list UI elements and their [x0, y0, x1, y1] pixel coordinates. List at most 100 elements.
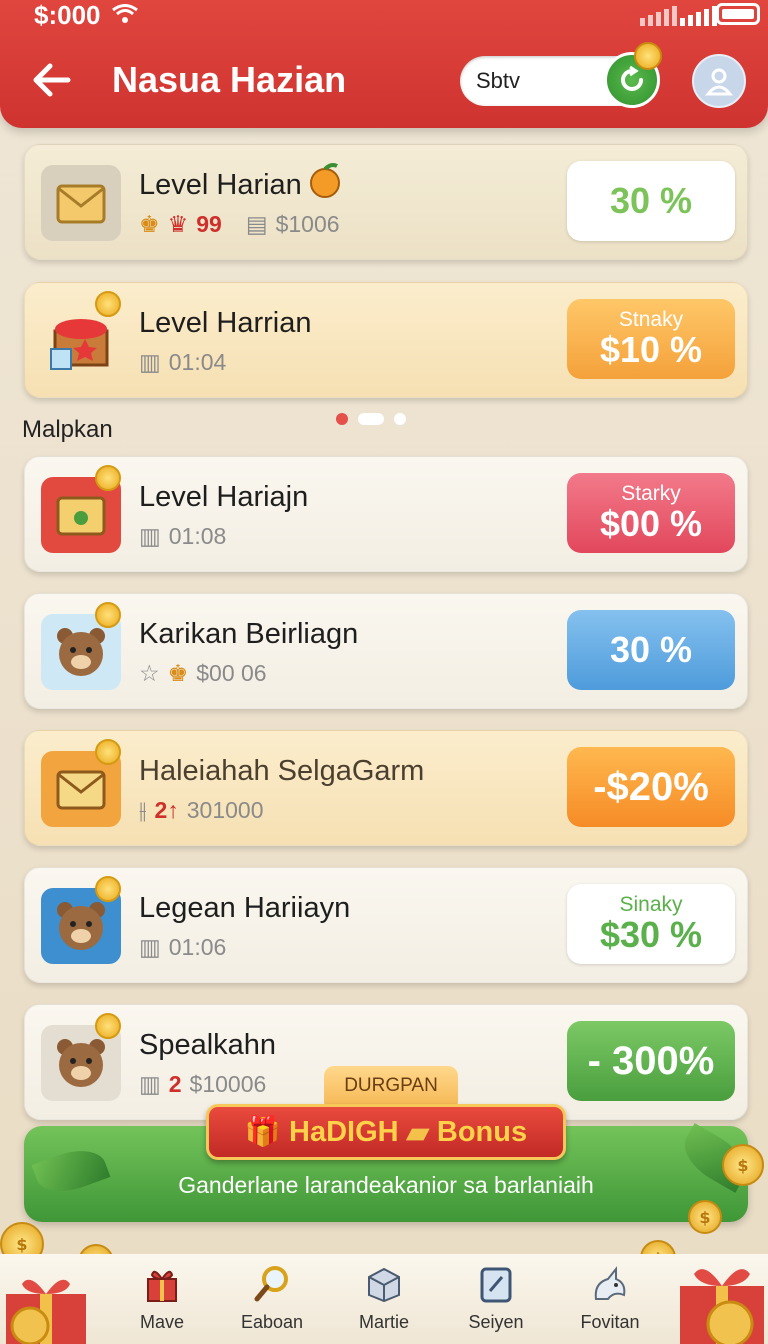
reward-badge[interactable]: Starky $00 %: [567, 473, 735, 553]
star-icon: ☆: [139, 660, 160, 686]
battery-icon: [716, 3, 760, 25]
nav-item-mave[interactable]: Mave: [112, 1264, 212, 1333]
gift-icon: 🎁: [244, 1116, 281, 1148]
gift-decoration: [6, 1279, 86, 1344]
card-title: Level Harrian: [139, 307, 312, 339]
user-icon: [704, 68, 734, 96]
badge-label: Starky: [621, 482, 681, 506]
refresh-icon: [621, 65, 643, 91]
building-icon: ▥: [139, 1071, 161, 1097]
meta-secondary: $1006: [275, 211, 340, 237]
list-item[interactable]: Haleiahah SelgaGarm ⫲ 2↑ 301000 -$20%: [24, 730, 748, 846]
card-title: Karikan Beirliagn: [139, 618, 359, 650]
meta-primary: 2↑: [154, 797, 179, 823]
nav-item-fovitan[interactable]: Fovitan: [560, 1264, 660, 1333]
envelope-icon: [41, 165, 121, 241]
building-icon: ▥: [139, 523, 161, 549]
tablet-icon: [476, 1264, 516, 1304]
nav-item-eaboan[interactable]: Eaboan: [222, 1264, 322, 1333]
meta-primary: 99: [196, 211, 222, 237]
nav-label: Seiyen: [468, 1312, 524, 1332]
coin-icon: [95, 465, 121, 491]
bottom-navigation: Mave Eaboan Martie Seiyen Fovitan: [0, 1254, 768, 1344]
status-time: $:000: [34, 0, 101, 30]
crown-icon: ♚: [167, 660, 189, 686]
pagination-dot[interactable]: [358, 413, 384, 425]
list-item[interactable]: Karikan Beirliagn ☆ ♚ $00 06 30 %: [24, 593, 748, 709]
nav-label: Eaboan: [240, 1312, 304, 1332]
reward-badge[interactable]: Sinaky $30 %: [567, 884, 735, 964]
badge-value: 30 %: [609, 629, 693, 671]
cellular-signal-icon: [680, 6, 717, 26]
badge-value: 30 %: [609, 180, 693, 222]
card-title: Legean Hariiayn: [139, 892, 351, 924]
box-icon: [364, 1264, 404, 1304]
coin-decoration: [722, 1144, 764, 1186]
coin-icon: [95, 876, 121, 902]
bonus-word: Bonus: [436, 1115, 528, 1148]
bonus-title: HaDIGH: [289, 1115, 399, 1148]
building-icon: ▥: [139, 934, 161, 960]
page-title: Nasua Hazian: [112, 59, 347, 100]
meta-secondary: 01:06: [168, 934, 227, 960]
list-item[interactable]: Level Harian ♚ ♛ 99 ▤ $1006 30 %: [24, 144, 748, 260]
badge-value: $10 %: [599, 329, 703, 371]
nav-item-seiyen[interactable]: Seiyen: [446, 1264, 546, 1333]
crown-icon: ♚: [139, 211, 160, 237]
badge-value: $00 %: [599, 503, 703, 545]
list-item[interactable]: Level Harrian ▥ 01:04 Stnaky $10 %: [24, 282, 748, 398]
unicorn-icon: [590, 1264, 630, 1304]
card-title: Spealkahn: [139, 1029, 277, 1061]
coin-icon: [95, 602, 121, 628]
profile-avatar-button[interactable]: [692, 54, 746, 108]
bar-chart-icon: ⫲: [139, 797, 147, 823]
badge-label: Sinaky: [619, 893, 683, 917]
wifi-icon: [112, 4, 138, 23]
bonus-button[interactable]: 🎁 HaDIGH ▰ Bonus: [206, 1104, 566, 1160]
coin-icon: [95, 1013, 121, 1039]
card-title: Haleiahah SelgaGarm: [139, 755, 425, 787]
meta-secondary: 301000: [186, 797, 264, 823]
nav-label: Mave: [139, 1312, 184, 1332]
magnifier-icon: [252, 1264, 292, 1304]
carousel-pagination[interactable]: [336, 413, 406, 425]
nav-item-martie[interactable]: Martie: [334, 1264, 434, 1333]
bonus-tab[interactable]: DURGPAN: [324, 1066, 458, 1106]
bonus-subtitle: Ganderlane larandeakanior sa barlaniaih: [178, 1172, 594, 1198]
gold-bars-icon: ▰: [406, 1116, 429, 1149]
gift-icon: [142, 1264, 182, 1304]
list-item[interactable]: Level Hariajn ▥ 01:08 Starky $00 %: [24, 456, 748, 572]
coin-icon: [95, 739, 121, 765]
back-arrow-icon[interactable]: [28, 58, 76, 102]
reward-badge[interactable]: - 300%: [567, 1021, 735, 1101]
search-value: Sbtv: [476, 68, 521, 93]
pagination-dot[interactable]: [394, 413, 406, 425]
reward-badge[interactable]: 30 %: [567, 161, 735, 241]
orange-icon: [310, 163, 340, 198]
coin-decoration: [688, 1200, 722, 1234]
card-title: Level Hariajn: [139, 481, 309, 513]
meta-primary: 2: [168, 1071, 182, 1097]
reward-badge[interactable]: -$20%: [567, 747, 735, 827]
receipt-icon: ▤: [245, 211, 268, 237]
meta-secondary: $00 06: [196, 660, 267, 686]
gift-decoration: [680, 1269, 764, 1344]
badge-value: $30 %: [599, 914, 703, 956]
badge-label: Stnaky: [618, 308, 684, 332]
card-title: Level Harian: [139, 169, 302, 201]
trophy-icon: ♛: [167, 211, 189, 237]
coin-icon: [634, 42, 662, 70]
meta-secondary: 01:08: [168, 523, 227, 549]
badge-value: - 300%: [587, 1039, 715, 1083]
reward-badge[interactable]: Stnaky $10 %: [567, 299, 735, 379]
cellular-signal-icon: [640, 6, 677, 26]
pagination-dot[interactable]: [336, 413, 348, 425]
meta-secondary: $10006: [189, 1071, 267, 1097]
reward-badge[interactable]: 30 %: [567, 610, 735, 690]
building-icon: ▥: [139, 349, 161, 375]
list-item[interactable]: Legean Hariiayn ▥ 01:06 Sinaky $30 %: [24, 867, 748, 983]
meta-secondary: 01:04: [168, 349, 227, 375]
section-label: Malpkan: [22, 416, 113, 443]
coin-icon: [95, 291, 121, 317]
badge-value: -$20%: [593, 765, 709, 809]
